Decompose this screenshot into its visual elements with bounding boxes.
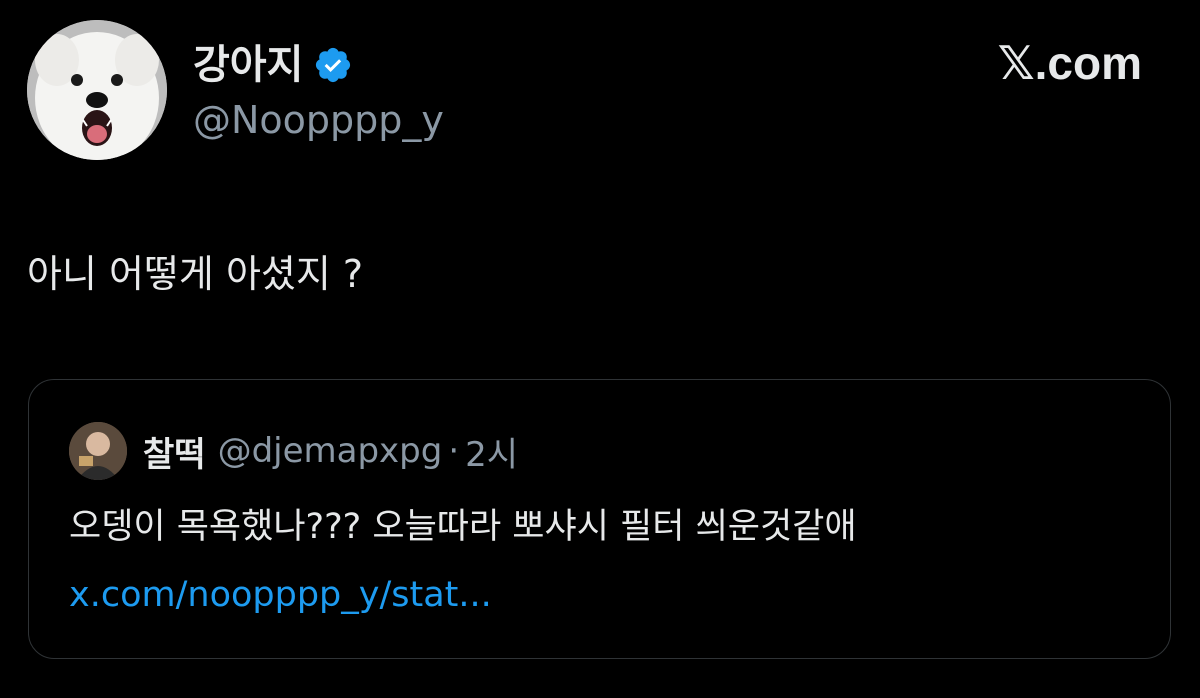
quote-author-avatar[interactable]: [69, 422, 127, 480]
quote-user-avatar-icon: [69, 422, 127, 480]
quote-separator: ·: [448, 431, 460, 471]
verified-badge-icon: [316, 47, 351, 83]
tweet-text: 아니 어떻게 아셨지 ?: [27, 252, 364, 296]
author-handle[interactable]: @Noopppp_y: [193, 98, 444, 144]
quote-timestamp[interactable]: 2시: [465, 427, 518, 476]
quote-link[interactable]: x.com/noopppp_y/stat...: [69, 574, 492, 618]
quote-author-display-name[interactable]: 찰떡: [143, 427, 206, 476]
quote-text: 오뎅이 목욕했나??? 오늘따라 뽀샤시 필터 씌운것같애: [69, 507, 857, 547]
author-display-name[interactable]: 강아지: [193, 45, 303, 85]
quoted-tweet-card[interactable]: 찰떡 @djemapxpg · 2시 오뎅이 목욕했나??? 오늘따라 뽀샤시 …: [28, 379, 1171, 659]
author-name-row: 강아지: [193, 36, 353, 94]
quote-author-handle[interactable]: @djemapxpg: [218, 431, 443, 471]
quoted-tweet-header: 찰떡 @djemapxpg · 2시: [69, 422, 518, 480]
x-logo-brand: 𝕏.com: [997, 37, 1142, 89]
white-dog-avatar-icon: [27, 20, 167, 160]
author-avatar[interactable]: [27, 20, 167, 160]
